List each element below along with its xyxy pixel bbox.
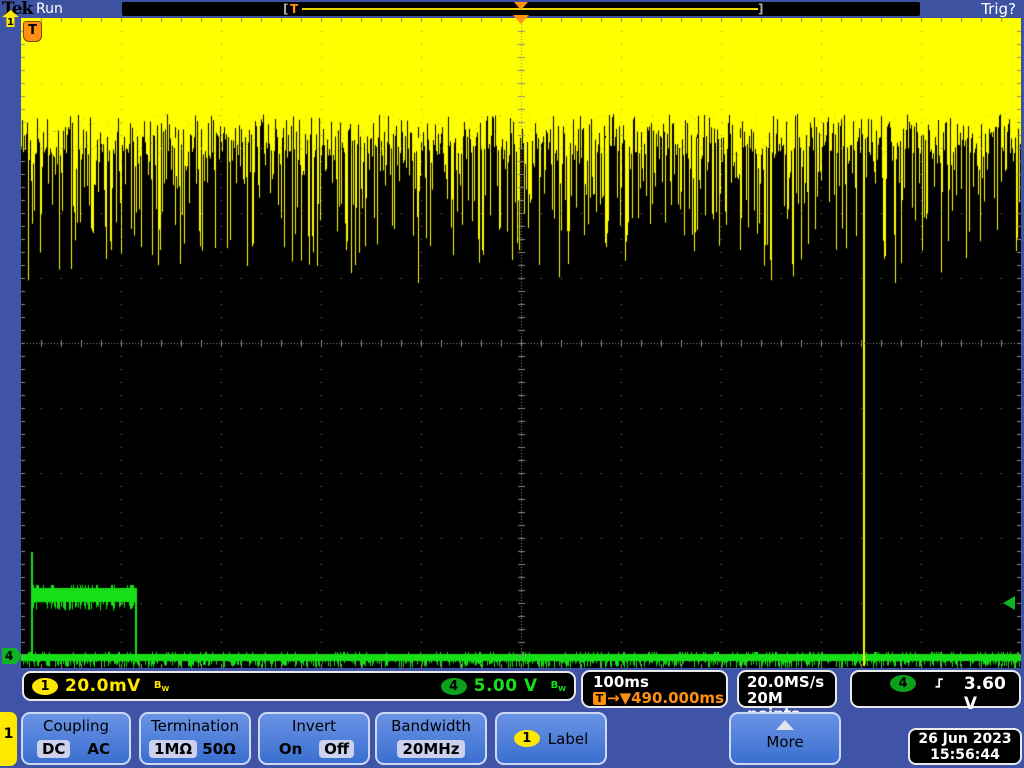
- date: 26 Jun 2023: [918, 731, 1012, 747]
- termination-button[interactable]: Termination 1MΩ 50Ω: [139, 712, 251, 765]
- top-status-bar: Tek Run [ T ] Trig?: [0, 0, 1024, 18]
- graticule-area: [21, 18, 1021, 668]
- coupling-title: Coupling: [42, 717, 110, 735]
- rising-edge-slope-icon: [935, 678, 943, 688]
- bandwidth-title: Bandwidth: [391, 717, 471, 735]
- label-title: Label: [547, 729, 589, 748]
- trigger-position-triangle-icon: [513, 15, 529, 24]
- coupling-button[interactable]: Coupling DC AC: [21, 712, 131, 765]
- more-button[interactable]: More: [729, 712, 841, 765]
- expansion-point-triangle-icon: [514, 2, 528, 10]
- bandwidth-option-20mhz[interactable]: 20MHz: [397, 740, 465, 758]
- ch4-readout-group: 4 5.00 V BW: [440, 676, 566, 696]
- acquisition-readout[interactable]: 20.0MS/s 20M points: [737, 670, 837, 722]
- trigger-delay: T →▼ 490.000ms: [593, 690, 726, 707]
- run-status: Run: [36, 1, 63, 17]
- channel-readout-bar: 1 20.0mV BW 4 5.00 V BW: [22, 671, 576, 701]
- coupling-option-dc[interactable]: DC: [36, 740, 71, 758]
- datetime-display: 26 Jun 2023 15:56:44: [908, 728, 1022, 765]
- timebase-scale: 100ms: [593, 673, 649, 691]
- acquisition-position-bar: [ T ]: [122, 2, 920, 16]
- ch1-bandwidth-limit-icon: BW: [153, 679, 170, 693]
- ch1-scale[interactable]: 20.0mV: [65, 676, 141, 696]
- record-line: [302, 8, 758, 10]
- ch4-scale[interactable]: 5.00 V: [474, 676, 538, 696]
- invert-title: Invert: [291, 717, 337, 735]
- invert-option-off[interactable]: Off: [319, 740, 355, 758]
- window-left-bracket: [: [283, 2, 289, 16]
- trigger-level-badge[interactable]: T: [23, 21, 42, 42]
- oscilloscope-screen: Tek Run [ T ] Trig? 1 T 4 1 20.0mV BW 4 …: [0, 0, 1024, 768]
- trigger-readout[interactable]: 4 3.60 V: [850, 670, 1021, 714]
- trigger-source-badge: 4: [890, 675, 916, 692]
- delay-arrows-icon: →▼: [607, 689, 632, 707]
- coupling-option-ac[interactable]: AC: [82, 740, 115, 758]
- termination-option-50[interactable]: 50Ω: [197, 740, 241, 758]
- ch4-trigger-level-arrow-icon: [1003, 596, 1015, 610]
- ch4-bandwidth-limit-icon: BW: [550, 679, 566, 693]
- label-ch1-badge: 1: [513, 730, 540, 747]
- more-up-arrow-icon: [776, 720, 794, 730]
- trigger-delay-t-icon: T: [593, 692, 606, 705]
- timebase-readout[interactable]: 100ms T →▼ 490.000ms: [581, 670, 728, 708]
- ch1-badge[interactable]: 1: [32, 677, 58, 695]
- menu-channel-tab[interactable]: 1: [0, 712, 17, 766]
- termination-title: Termination: [151, 717, 239, 735]
- trigger-status: Trig?: [981, 0, 1016, 18]
- ch4-badge[interactable]: 4: [440, 677, 467, 695]
- invert-button[interactable]: Invert On Off: [258, 712, 370, 765]
- more-title: More: [766, 733, 804, 751]
- sample-rate: 20.0MS/s: [747, 673, 825, 691]
- screen-border: [0, 18, 1024, 668]
- bottom-panel: 1 20.0mV BW 4 5.00 V BW 100ms T →▼ 490.000…: [0, 668, 1024, 768]
- label-button[interactable]: 1 Label: [495, 712, 607, 765]
- invert-option-on[interactable]: On: [274, 740, 307, 758]
- bandwidth-button[interactable]: Bandwidth 20MHz: [375, 712, 487, 765]
- delay-value: 490.000ms: [631, 689, 724, 707]
- time: 15:56:44: [930, 747, 1000, 763]
- trigger-level-value: 3.60 V: [963, 674, 1006, 714]
- trigger-position-marker: T: [290, 2, 299, 16]
- termination-option-1m[interactable]: 1MΩ: [149, 740, 198, 758]
- window-right-bracket: ]: [758, 2, 764, 16]
- waveform-display: [21, 18, 1021, 668]
